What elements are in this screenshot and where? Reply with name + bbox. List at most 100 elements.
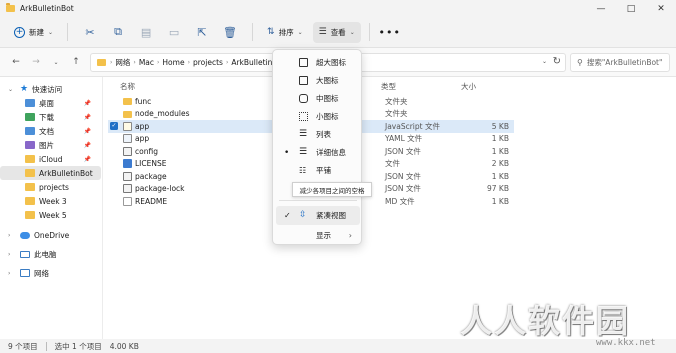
minimize-button[interactable]: — — [586, 0, 616, 17]
pin-icon: 📌 — [83, 127, 91, 135]
cut-icon[interactable]: ✂ — [76, 22, 104, 43]
breadcrumb-item[interactable]: projects — [193, 58, 223, 67]
rename-icon[interactable]: ▭ — [160, 22, 188, 43]
more-options-button[interactable]: ••• — [378, 26, 402, 39]
file-size: 1 KB — [491, 171, 509, 181]
menu-item-extra-large-icons[interactable]: 超大图标 — [276, 53, 360, 72]
copy-icon[interactable]: ⧉ — [104, 22, 132, 43]
menu-item-label: 详细信息 — [316, 148, 346, 157]
column-header-size[interactable]: 大小 — [461, 79, 476, 94]
chevron-right-icon[interactable]: › — [8, 232, 10, 239]
compact-view-icon: ⇳ — [299, 210, 307, 220]
forward-arrow-icon[interactable]: → — [28, 57, 44, 67]
column-header-type[interactable]: 类型 — [381, 79, 396, 94]
back-arrow-icon[interactable]: ← — [8, 57, 24, 67]
file-type: 文件夹 — [385, 109, 408, 119]
sidebar-item-downloads[interactable]: 下载 📌 — [0, 110, 101, 124]
sidebar-item-quick-access[interactable]: ⌄ ★ 快速访问 — [0, 82, 101, 96]
divider — [67, 23, 69, 41]
search-placeholder: 搜索"ArkBulletinBot" — [586, 58, 663, 67]
small-icons-icon — [299, 112, 308, 121]
chevron-down-icon[interactable]: ⌄ — [8, 86, 13, 93]
refresh-icon[interactable]: ↻ — [553, 56, 561, 67]
command-bar: + 新建 ⌄ ✂ ⧉ ▤ ▭ ⇱ 🗑 ⇅ 排序 ⌄ ☰ 查看 ⌄ ••• — [0, 17, 676, 48]
sidebar-item-week-3[interactable]: Week 3 — [0, 194, 101, 208]
file-type: JSON 文件 — [385, 146, 421, 156]
json-file-icon — [123, 146, 132, 156]
close-button[interactable]: ✕ — [646, 0, 676, 17]
breadcrumb-item[interactable]: ArkBulletinB — [231, 58, 277, 67]
search-input[interactable]: ⚲ 搜索"ArkBulletinBot" — [570, 53, 670, 72]
new-label: 新建 — [29, 27, 44, 37]
divider — [368, 23, 370, 41]
menu-item-list[interactable]: ☰ 列表 — [276, 125, 360, 144]
file-type: JavaScript 文件 — [385, 121, 440, 131]
sidebar-item-onedrive[interactable]: › OneDrive — [0, 228, 101, 242]
chevron-right-icon[interactable]: › — [8, 251, 10, 258]
tooltip: 减少各项目之间的空格 — [292, 182, 372, 197]
breadcrumb: 网络 › Mac › Home › projects › ArkBulletin… — [115, 57, 277, 68]
documents-folder-icon — [25, 127, 35, 135]
maximize-button[interactable]: □ — [616, 0, 646, 17]
up-arrow-icon[interactable]: ↑ — [68, 57, 84, 67]
chevron-right-icon: › — [110, 59, 113, 66]
sidebar-item-desktop[interactable]: 桌面 📌 — [0, 96, 101, 110]
chevron-right-icon[interactable]: › — [8, 270, 10, 277]
breadcrumb-item[interactable]: Mac — [139, 58, 154, 67]
menu-item-compact-view[interactable]: ✓ ⇳ 紧凑视图 — [276, 206, 360, 225]
chevron-down-icon: ⌄ — [349, 28, 355, 36]
details-icon: ☰ — [299, 147, 308, 157]
file-name: app — [135, 121, 150, 131]
chevron-down-icon[interactable]: ⌄ — [542, 58, 547, 65]
sidebar-item-icloud[interactable]: iCloud 📌 — [0, 152, 101, 166]
menu-item-tiles[interactable]: ☷ 平铺 — [276, 161, 360, 180]
pin-icon: 📌 — [83, 113, 91, 121]
plus-icon: + — [14, 26, 25, 38]
view-button[interactable]: ☰ 查看 ⌄ — [312, 21, 361, 43]
list-icon: ☰ — [299, 129, 308, 139]
menu-item-details[interactable]: • ☰ 详细信息 — [276, 143, 360, 162]
navigation-pane: ⌄ ★ 快速访问 桌面 📌 下载 📌 文档 📌 图片 📌 iCloud 📌 Ar… — [0, 77, 103, 339]
sidebar-item-arkbulletinbot[interactable]: ArkBulletinBot — [0, 166, 101, 180]
checkbox-checked-icon[interactable]: ✓ — [110, 122, 118, 131]
column-header-name[interactable]: 名称 — [120, 79, 135, 94]
sidebar-item-pictures[interactable]: 图片 📌 — [0, 138, 101, 152]
menu-item-small-icons[interactable]: 小图标 — [276, 107, 360, 126]
large-icons-icon — [299, 76, 308, 85]
sidebar-item-documents[interactable]: 文档 📌 — [0, 124, 101, 138]
file-type: JSON 文件 — [385, 171, 421, 181]
paste-icon[interactable]: ▤ — [132, 22, 160, 43]
sidebar-item-label: 文档 — [39, 126, 54, 136]
recent-chevron-icon[interactable]: ⌄ — [48, 59, 64, 66]
download-folder-icon — [25, 113, 35, 121]
view-icon: ☰ — [318, 27, 327, 37]
breadcrumb-item[interactable]: 网络 — [115, 57, 130, 68]
json-file-icon — [123, 184, 132, 194]
sort-button[interactable]: ⇅ 排序 ⌄ — [261, 22, 309, 43]
menu-item-label: 紧凑视图 — [316, 211, 346, 220]
chevron-right-icon: › — [348, 231, 352, 240]
sidebar-item-label: ArkBulletinBot — [39, 168, 93, 178]
folder-icon — [6, 3, 15, 12]
sidebar-item-projects[interactable]: projects — [0, 180, 101, 194]
sidebar-item-label: 图片 — [39, 140, 54, 150]
sidebar-item-this-pc[interactable]: › 此电脑 — [0, 247, 101, 261]
menu-divider — [279, 200, 357, 201]
file-name: README — [135, 196, 168, 206]
chevron-down-icon: ⌄ — [297, 28, 303, 36]
file-name: config — [135, 146, 158, 156]
delete-icon[interactable]: 🗑 — [216, 22, 244, 43]
json-file-icon — [123, 171, 132, 181]
star-icon: ★ — [20, 84, 29, 94]
share-icon[interactable]: ⇱ — [188, 22, 216, 43]
license-file-icon — [123, 159, 132, 169]
breadcrumb-item[interactable]: Home — [162, 58, 184, 67]
menu-item-medium-icons[interactable]: 中图标 — [276, 89, 360, 108]
menu-item-large-icons[interactable]: 大图标 — [276, 71, 360, 90]
sidebar-item-network[interactable]: › 网络 — [0, 266, 101, 280]
new-button[interactable]: + 新建 ⌄ — [8, 22, 59, 43]
yaml-file-icon — [123, 134, 132, 144]
menu-item-show[interactable]: 显示 › — [276, 226, 360, 245]
desktop-folder-icon — [25, 99, 35, 107]
sidebar-item-week-5[interactable]: Week 5 — [0, 208, 101, 222]
